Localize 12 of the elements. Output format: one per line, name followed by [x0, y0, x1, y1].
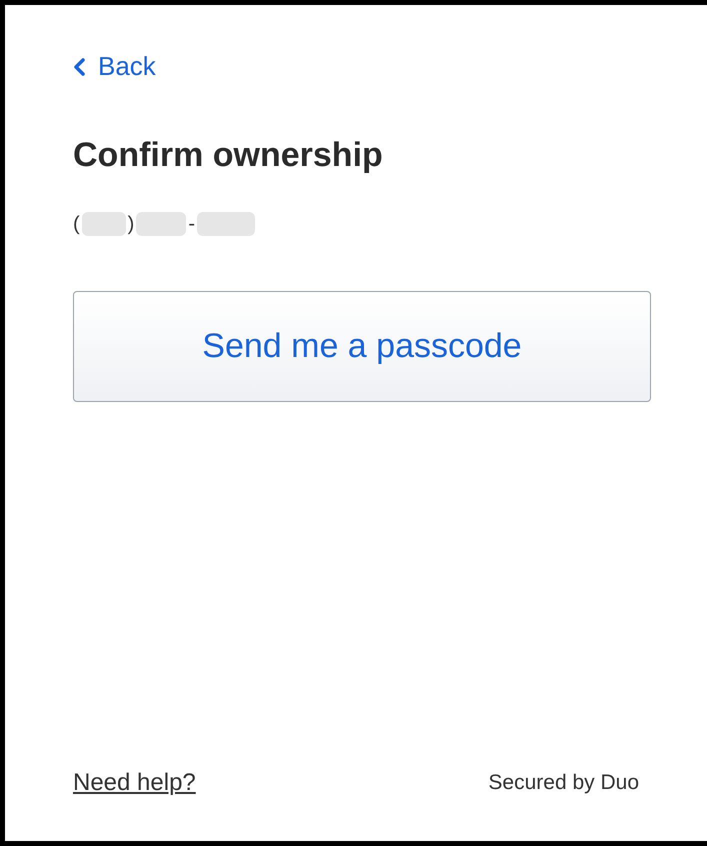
redaction-blur: [197, 212, 256, 236]
chevron-left-icon: [73, 56, 86, 76]
secured-by-text: Secured by Duo: [488, 770, 639, 796]
redaction-blur: [136, 212, 186, 236]
phone-punctuation: ): [128, 212, 134, 237]
phone-punctuation: -: [188, 212, 196, 237]
send-passcode-button[interactable]: Send me a passcode: [73, 291, 651, 402]
redaction-blur: [82, 212, 126, 236]
back-link[interactable]: Back: [73, 47, 156, 86]
phone-punctuation: (: [73, 212, 80, 237]
help-link[interactable]: Need help?: [73, 765, 196, 801]
page-title: Confirm ownership: [73, 135, 383, 176]
